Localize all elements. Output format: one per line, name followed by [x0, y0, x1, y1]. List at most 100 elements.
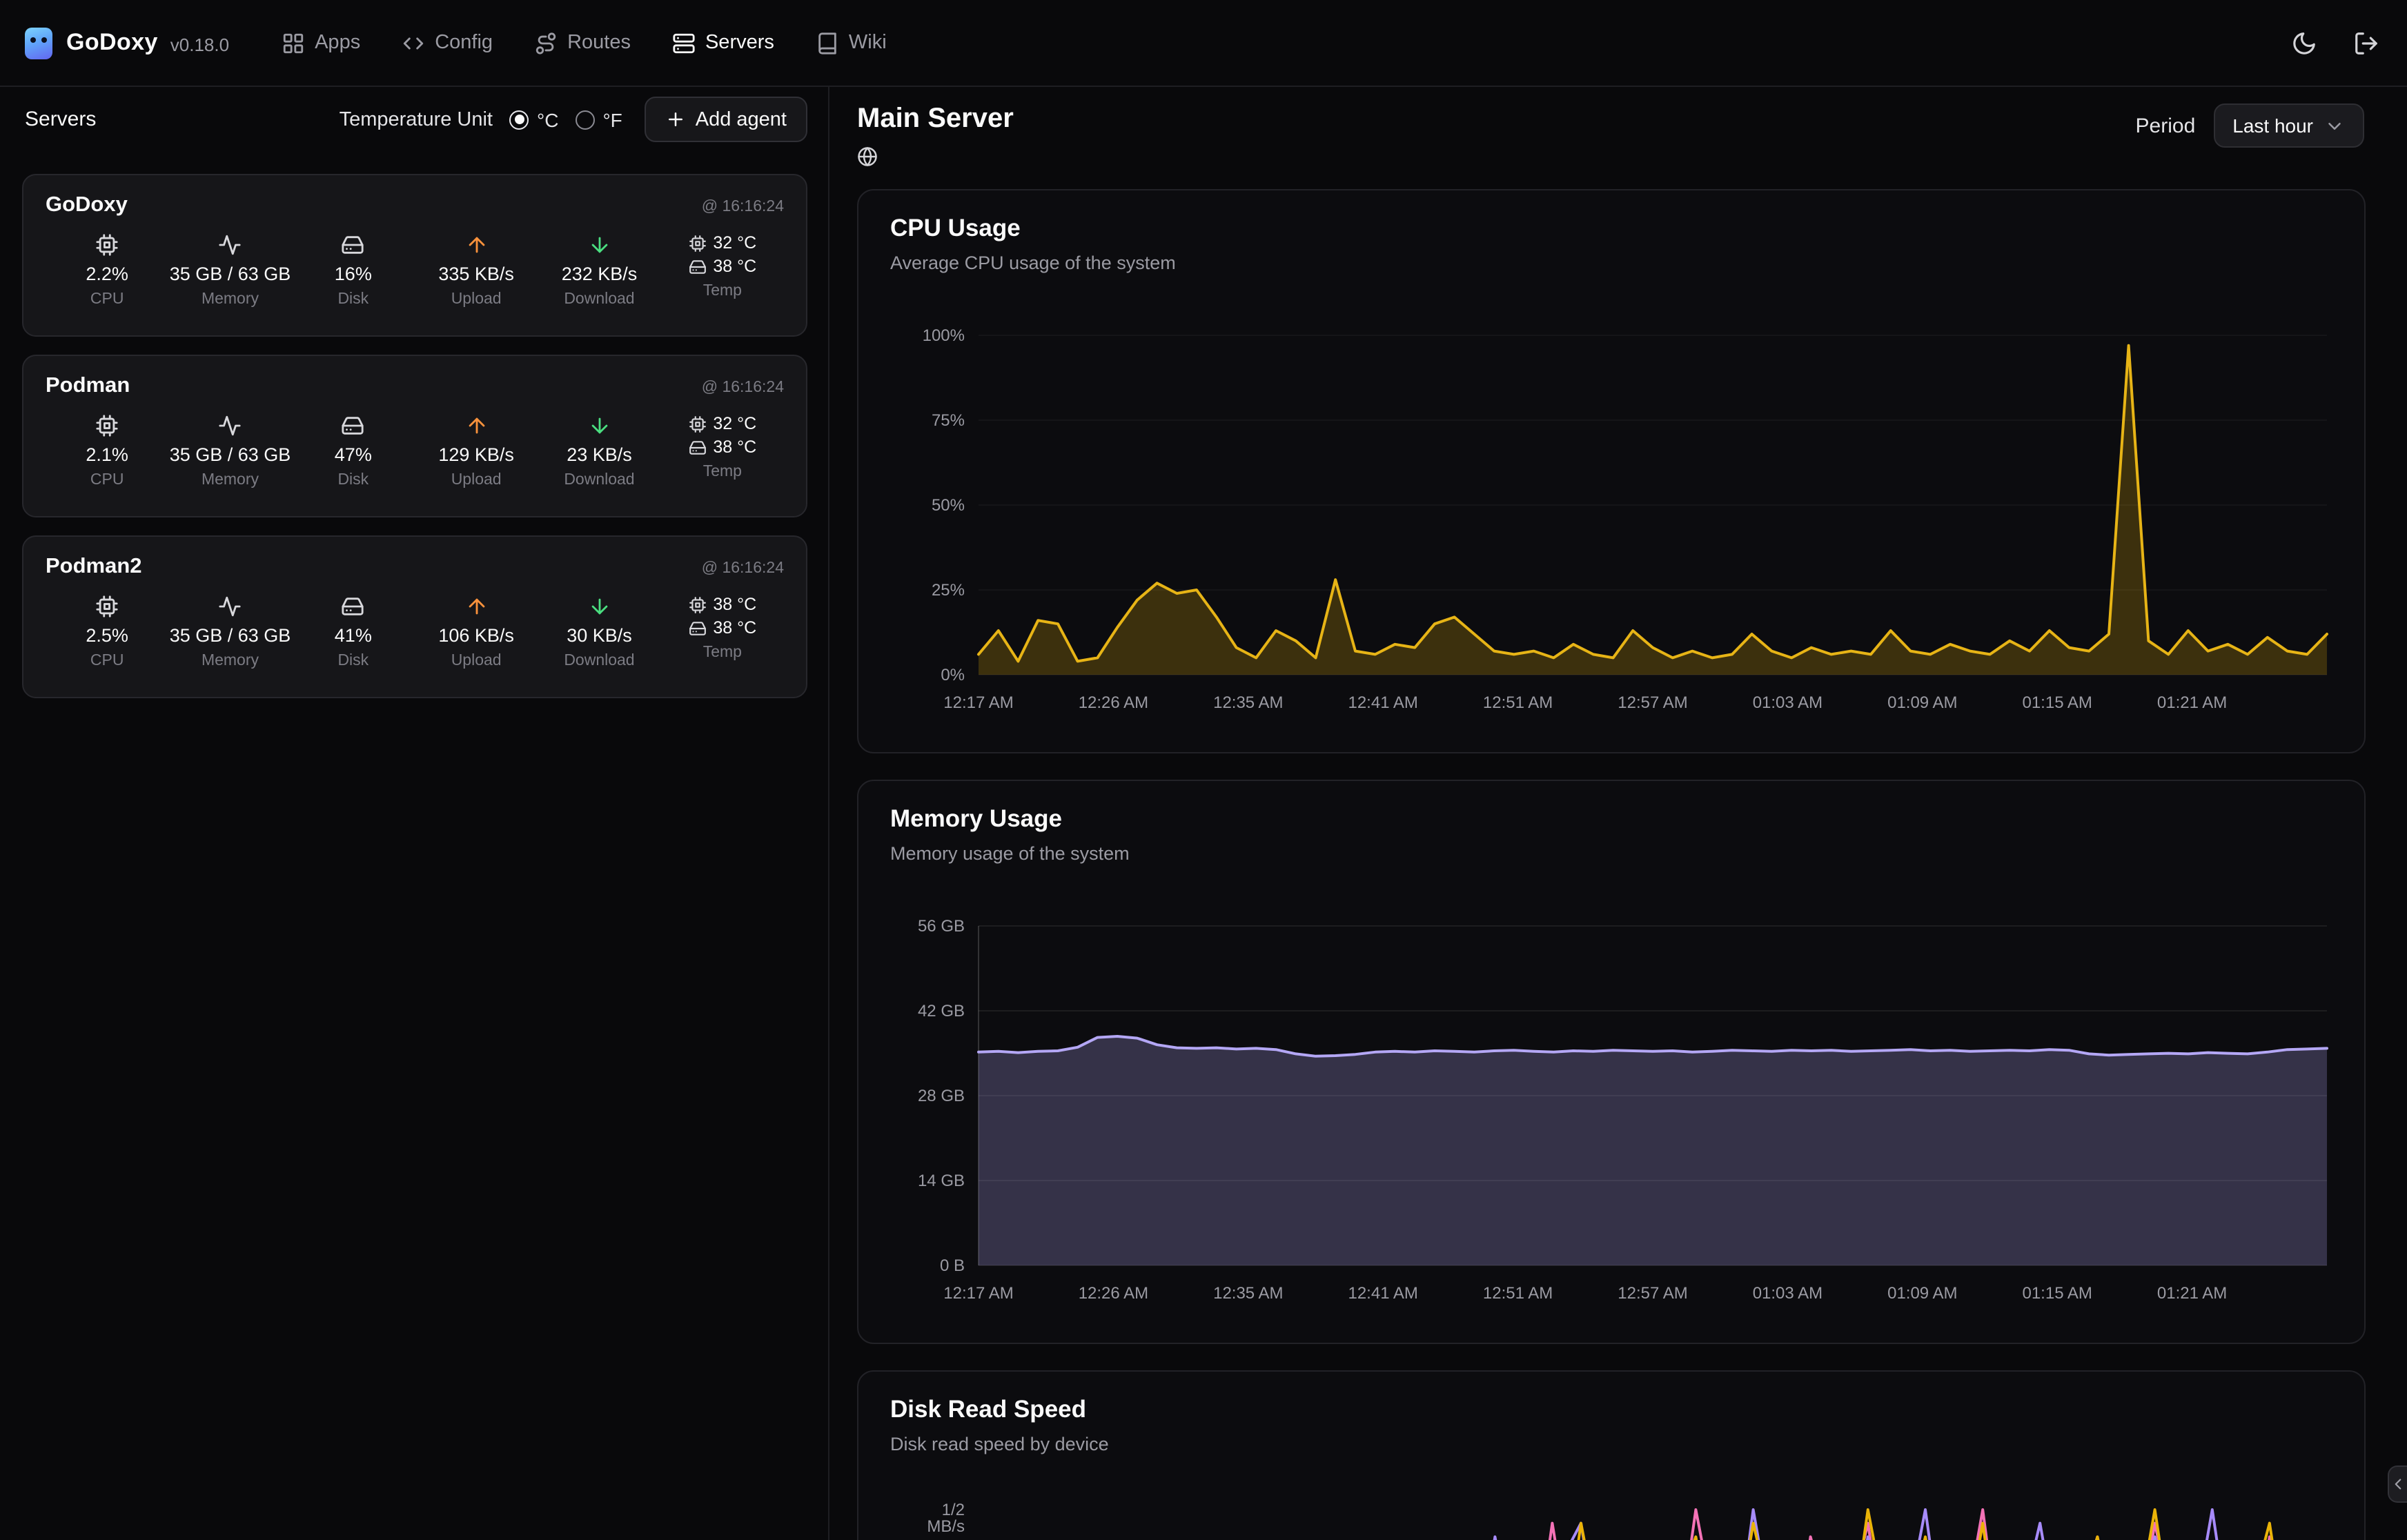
svg-text:01:21 AM: 01:21 AM	[2157, 693, 2227, 712]
stat-value: 106 KB/s	[438, 625, 514, 646]
activity-icon	[218, 414, 242, 437]
stat-upload: 335 KB/sUpload	[415, 233, 538, 308]
stat-cpu: 2.1%CPU	[46, 414, 168, 488]
svg-text:1/2MB/s: 1/2MB/s	[927, 1503, 965, 1536]
nav-item-apps[interactable]: Apps	[282, 31, 360, 55]
temp-row: 32 °C	[688, 233, 756, 253]
cpu-usage-card: CPU Usage Average CPU usage of the syste…	[857, 189, 2366, 753]
chart-title: Memory Usage	[890, 804, 1062, 833]
server-card-godoxy[interactable]: GoDoxy@ 16:16:242.2%CPU35 GB / 63 GBMemo…	[22, 174, 807, 337]
stat-value: 129 KB/s	[438, 444, 514, 465]
period-value: Last hour	[2232, 115, 2313, 137]
drive-icon	[342, 595, 365, 618]
stat-label: Memory	[202, 472, 259, 488]
stat-download: 232 KB/sDownload	[538, 233, 660, 308]
drive-icon	[342, 233, 365, 257]
svg-text:28 GB: 28 GB	[918, 1087, 965, 1105]
arrow-up-icon	[464, 233, 488, 257]
stat-label: Disk	[337, 653, 369, 669]
stat-disk: 16%Disk	[292, 233, 415, 308]
stat-memory: 35 GB / 63 GBMemory	[168, 233, 291, 308]
temp-value: 38 °C	[713, 595, 756, 614]
cpu-icon	[688, 415, 706, 433]
nav-item-routes[interactable]: Routes	[534, 31, 631, 55]
logout-button[interactable]	[2353, 30, 2379, 56]
stat-label: Memory	[202, 291, 259, 308]
stat-label: Memory	[202, 653, 259, 669]
add-agent-button[interactable]: Add agent	[645, 97, 807, 142]
cpu-icon	[95, 233, 119, 257]
svg-text:12:51 AM: 12:51 AM	[1483, 693, 1553, 712]
server-name: Podman2	[46, 555, 142, 580]
temp-value: 38 °C	[713, 437, 756, 457]
svg-text:12:26 AM: 12:26 AM	[1079, 1284, 1148, 1303]
server-card-podman[interactable]: Podman@ 16:16:242.1%CPU35 GB / 63 GBMemo…	[22, 355, 807, 517]
moon-icon	[2291, 30, 2317, 56]
nav-item-label: Wiki	[849, 32, 887, 54]
radio-celsius[interactable]: °C	[509, 108, 558, 130]
radio-fahrenheit[interactable]: °F	[575, 108, 622, 130]
svg-text:01:03 AM: 01:03 AM	[1753, 693, 1823, 712]
servers-sidebar: Servers Temperature Unit °C °F Add agent…	[0, 87, 829, 1540]
globe-icon	[857, 146, 878, 167]
stat-temp: 32 °C38 °CTemp	[661, 414, 784, 488]
radio-fahrenheit-dot[interactable]	[575, 110, 594, 129]
stat-label: Download	[564, 291, 634, 308]
svg-text:12:26 AM: 12:26 AM	[1079, 693, 1148, 712]
globe-icon[interactable]	[857, 146, 878, 167]
disk-read-speed-plot: 1/2MB/s	[858, 1503, 2367, 1540]
chart-subtitle: Average CPU usage of the system	[890, 253, 1176, 273]
stat-label: Download	[564, 472, 634, 488]
code-icon	[402, 31, 425, 55]
nav-item-servers[interactable]: Servers	[672, 31, 774, 55]
svg-text:12:35 AM: 12:35 AM	[1213, 1284, 1283, 1303]
stat-disk: 41%Disk	[292, 595, 415, 669]
nav-item-label: Apps	[315, 32, 360, 54]
nav-item-config[interactable]: Config	[402, 31, 493, 55]
svg-text:42 GB: 42 GB	[918, 1002, 965, 1020]
svg-text:12:17 AM: 12:17 AM	[943, 1284, 1013, 1303]
drive-icon	[688, 438, 706, 456]
server-card-podman2[interactable]: Podman2@ 16:16:242.5%CPU35 GB / 63 GBMem…	[22, 535, 807, 698]
period-label: Period	[2136, 114, 2196, 137]
navbar: GoDoxy v0.18.0 AppsConfigRoutesServersWi…	[0, 0, 2407, 87]
stat-value: 16%	[335, 264, 372, 284]
panel-collapse-handle[interactable]	[2388, 1465, 2407, 1503]
brand-title: GoDoxy	[66, 29, 158, 57]
page-title: Main Server	[857, 103, 1014, 135]
plus-icon	[665, 109, 686, 130]
chart-subtitle: Disk read speed by device	[890, 1434, 1109, 1454]
server-name: Podman	[46, 374, 130, 399]
period-select[interactable]: Last hour	[2213, 103, 2364, 148]
temperature-unit-group: Temperature Unit °C °F Add agent	[340, 97, 807, 142]
temp-value: 38 °C	[713, 257, 756, 276]
svg-text:0%: 0%	[941, 666, 965, 684]
arrow-down-icon	[587, 595, 611, 618]
logout-icon	[2353, 30, 2379, 56]
stat-memory: 35 GB / 63 GB Memory	[168, 595, 291, 669]
svg-text:12:57 AM: 12:57 AM	[1618, 1284, 1687, 1303]
svg-text:01:09 AM: 01:09 AM	[1887, 1284, 1957, 1303]
radio-fahrenheit-label: °F	[602, 108, 622, 130]
cpu-icon	[95, 414, 119, 437]
stat-label: CPU	[90, 472, 124, 488]
nav-item-wiki[interactable]: Wiki	[816, 31, 887, 55]
temp-value: 32 °C	[713, 233, 756, 253]
period-group: Period Last hour	[2136, 103, 2364, 148]
arrow-up-icon	[464, 414, 488, 437]
temp-row: 38 °C	[688, 595, 756, 614]
add-agent-label: Add agent	[696, 108, 787, 130]
stat-upload: 129 KB/sUpload	[415, 414, 538, 488]
temp-value: 38 °C	[713, 618, 756, 638]
temp-row: 38 °C	[688, 618, 756, 638]
radio-celsius-dot[interactable]	[509, 110, 529, 129]
theme-toggle-button[interactable]	[2291, 30, 2317, 56]
drive-icon	[688, 257, 706, 275]
svg-text:12:17 AM: 12:17 AM	[943, 693, 1013, 712]
disk-read-speed-chart: 1/2MB/s	[858, 1503, 2367, 1540]
stat-value: 35 GB / 63 GB	[170, 625, 291, 646]
memory-usage-card: Memory Usage Memory usage of the system …	[857, 780, 2366, 1344]
cpu-usage-chart: 100%75%50%25%0%12:17 AM12:26 AM12:35 AM1…	[858, 328, 2367, 722]
book-icon	[816, 31, 839, 55]
temperature-unit-label: Temperature Unit	[340, 108, 493, 130]
